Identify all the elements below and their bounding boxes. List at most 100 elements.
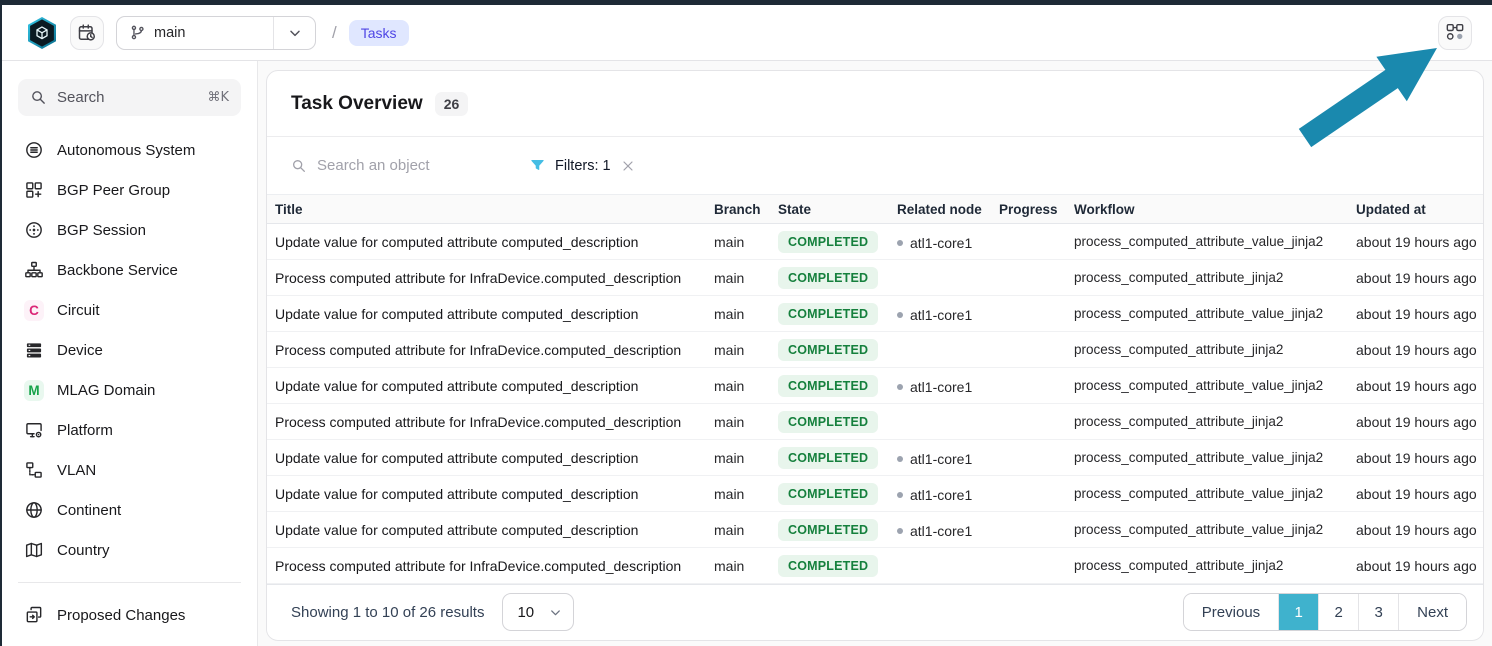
task-title: Update value for computed attribute comp… [267,234,714,250]
state-badge: COMPLETED [778,555,878,577]
sidebar-item-circuit[interactable]: CCircuit [18,290,241,330]
task-overview-card: Task Overview 26 Filters: 1 [266,70,1484,641]
page-button-1[interactable]: 1 [1279,594,1319,630]
sidebar-item-country[interactable]: Country [18,530,241,570]
table-row[interactable]: Process computed attribute for InfraDevi… [267,260,1483,296]
table-row[interactable]: Process computed attribute for InfraDevi… [267,332,1483,368]
task-title: Update value for computed attribute comp… [267,306,714,322]
window-top-edge [0,0,1492,5]
task-state: COMPLETED [778,267,897,289]
table-row[interactable]: Update value for computed attribute comp… [267,476,1483,512]
table-row[interactable]: Update value for computed attribute comp… [267,224,1483,260]
task-workflow: process_computed_attribute_jinja2 [1074,558,1356,573]
branch-selector[interactable]: main [116,16,316,50]
related-node[interactable]: atl1-core1 [897,235,972,251]
task-branch: main [714,414,778,430]
previous-page-button[interactable]: Previous [1184,594,1279,630]
task-related-node: atl1-core1 [897,449,999,467]
filters-button[interactable]: Filters: 1 [529,157,636,174]
chevron-down-icon [548,605,563,620]
table-body: Update value for computed attribute comp… [267,224,1483,584]
as-circle-icon [24,140,44,160]
node-dot-icon [897,456,903,462]
task-updated-at: about 19 hours ago [1356,378,1483,394]
branch-selector-value[interactable]: main [117,17,273,49]
page-button-2[interactable]: 2 [1319,594,1359,630]
top-bar: main / Tasks [2,5,1492,61]
column-header-title: Title [267,202,714,217]
sidebar-item-label: MLAG Domain [57,382,155,399]
related-node[interactable]: atl1-core1 [897,523,972,539]
schema-button[interactable] [1438,16,1472,50]
task-updated-at: about 19 hours ago [1356,306,1483,322]
task-workflow: process_computed_attribute_value_jinja2 [1074,306,1356,321]
time-travel-button[interactable] [70,16,104,50]
letter-badge-icon: M [24,380,44,400]
column-header-progress: Progress [999,202,1074,217]
state-badge: COMPLETED [778,267,878,289]
related-node[interactable]: atl1-core1 [897,379,972,395]
task-workflow: process_computed_attribute_jinja2 [1074,342,1356,357]
related-node[interactable]: atl1-core1 [897,307,972,323]
task-table: TitleBranchStateRelated nodeProgressWork… [267,194,1483,584]
sidebar-item-mlag-domain[interactable]: M MLAG Domain [18,370,241,410]
branch-dropdown-toggle[interactable] [273,17,315,49]
schema-icon [1445,22,1466,43]
table-row[interactable]: Update value for computed attribute comp… [267,296,1483,332]
object-search[interactable] [291,157,501,174]
related-node[interactable]: atl1-core1 [897,487,972,503]
sidebar-item-device[interactable]: Device [18,330,241,370]
page-button-3[interactable]: 3 [1359,594,1399,630]
filter-funnel-icon [529,157,546,174]
task-branch: main [714,450,778,466]
task-branch: main [714,522,778,538]
task-title: Process computed attribute for InfraDevi… [267,342,714,358]
breadcrumb-tasks[interactable]: Tasks [349,20,409,46]
chevron-down-icon [287,25,303,41]
node-dot-icon [897,312,903,318]
task-updated-at: about 19 hours ago [1356,450,1483,466]
column-header-updated-at: Updated at [1356,202,1483,217]
sidebar-item-autonomous-system[interactable]: Autonomous System [18,130,241,170]
node-dot-icon [897,492,903,498]
table-row[interactable]: Process computed attribute for InfraDevi… [267,548,1483,584]
filter-row: Filters: 1 [267,137,1483,194]
sidebar-menu: Autonomous System BGP Peer Group BGP Sessi… [18,130,241,570]
sidebar-item-backbone-service[interactable]: Backbone Service [18,250,241,290]
infrahub-logo-icon[interactable] [26,16,58,50]
sidebar-item-label: Device [57,342,103,359]
sidebar-item-continent[interactable]: Continent [18,490,241,530]
sidebar-search[interactable]: Search ⌘K [18,79,241,116]
vlan-icon [24,460,44,480]
sidebar-item-object-management[interactable]: Object Management [18,635,241,646]
related-node[interactable]: atl1-core1 [897,451,972,467]
task-branch: main [714,378,778,394]
task-updated-at: about 19 hours ago [1356,522,1483,538]
column-header-workflow: Workflow [1074,202,1356,217]
task-workflow: process_computed_attribute_value_jinja2 [1074,378,1356,393]
copy-arrow-icon [24,605,44,625]
clear-filters-icon[interactable] [620,158,636,174]
sidebar-item-bgp-peer-group[interactable]: BGP Peer Group [18,170,241,210]
page-size-select[interactable]: 10 [502,593,574,631]
sidebar-item-platform[interactable]: Platform [18,410,241,450]
task-title: Process computed attribute for InfraDevi… [267,414,714,430]
sidebar-item-bgp-session[interactable]: BGP Session [18,210,241,250]
sidebar-item-label: Circuit [57,302,100,319]
search-shortcut: ⌘K [207,90,229,105]
next-page-button[interactable]: Next [1399,594,1466,630]
task-updated-at: about 19 hours ago [1356,414,1483,430]
table-row[interactable]: Update value for computed attribute comp… [267,440,1483,476]
table-row[interactable]: Update value for computed attribute comp… [267,368,1483,404]
sidebar-item-proposed-changes[interactable]: Proposed Changes [18,595,241,635]
table-row[interactable]: Process computed attribute for InfraDevi… [267,404,1483,440]
object-search-input[interactable] [317,157,487,174]
task-updated-at: about 19 hours ago [1356,270,1483,286]
task-updated-at: about 19 hours ago [1356,486,1483,502]
task-state: COMPLETED [778,303,897,325]
table-row[interactable]: Update value for computed attribute comp… [267,512,1483,548]
sidebar-item-label: BGP Peer Group [57,182,170,199]
table-header-row: TitleBranchStateRelated nodeProgressWork… [267,194,1483,224]
task-state: COMPLETED [778,519,897,541]
sidebar-item-vlan[interactable]: VLAN [18,450,241,490]
